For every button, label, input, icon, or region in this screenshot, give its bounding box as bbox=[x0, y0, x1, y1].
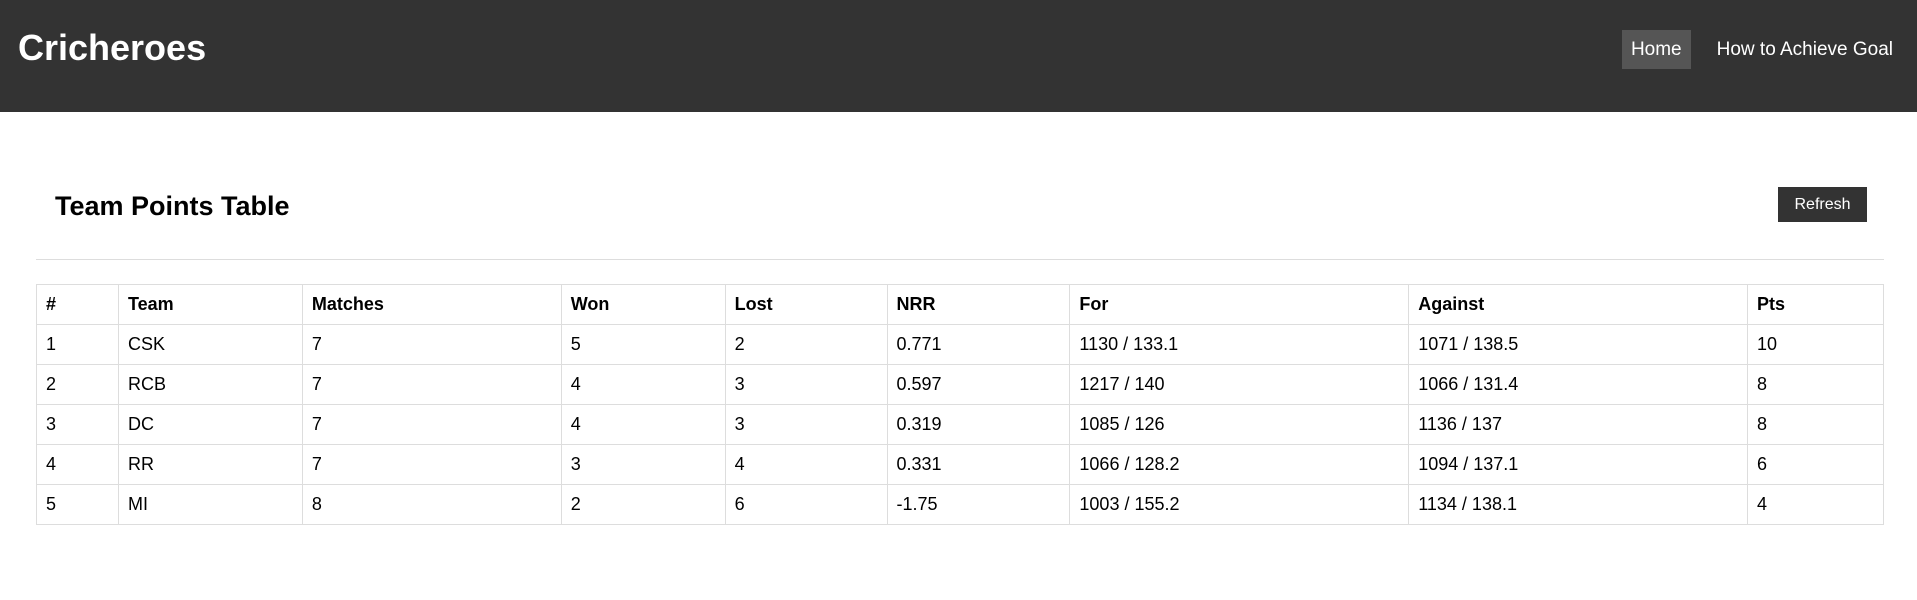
table-row: 1 CSK 7 5 2 0.771 1130 / 133.1 1071 / 13… bbox=[36, 324, 1884, 365]
table-row: 5 MI 8 2 6 -1.75 1003 / 155.2 1134 / 138… bbox=[36, 484, 1884, 525]
cell-against: 1136 / 137 bbox=[1408, 404, 1749, 445]
table-row: 2 RCB 7 4 3 0.597 1217 / 140 1066 / 131.… bbox=[36, 364, 1884, 405]
cell-matches: 7 bbox=[301, 364, 562, 405]
top-navbar: Cricheroes Home How to Achieve Goal bbox=[0, 0, 1917, 112]
cell-against: 1134 / 138.1 bbox=[1408, 484, 1749, 525]
cell-for: 1085 / 126 bbox=[1069, 404, 1410, 445]
points-table-header: Team Points Table Refresh bbox=[36, 180, 1884, 260]
column-header-nrr: NRR bbox=[886, 284, 1071, 325]
column-header-rank: # bbox=[36, 284, 119, 325]
cell-lost: 4 bbox=[724, 444, 888, 485]
cell-lost: 3 bbox=[724, 364, 888, 405]
cell-for: 1217 / 140 bbox=[1069, 364, 1410, 405]
cell-won: 4 bbox=[560, 364, 726, 405]
cell-pts: 10 bbox=[1747, 324, 1884, 365]
cell-team: DC bbox=[117, 404, 303, 445]
column-header-lost: Lost bbox=[724, 284, 888, 325]
cell-team: RR bbox=[117, 444, 303, 485]
column-header-pts: Pts bbox=[1747, 284, 1884, 325]
cell-nrr: 0.319 bbox=[886, 404, 1071, 445]
page-title: Team Points Table bbox=[55, 191, 290, 221]
column-header-for: For bbox=[1069, 284, 1410, 325]
cell-nrr: 0.771 bbox=[886, 324, 1071, 365]
cell-against: 1094 / 137.1 bbox=[1408, 444, 1749, 485]
cell-against: 1066 / 131.4 bbox=[1408, 364, 1749, 405]
cell-nrr: 0.331 bbox=[886, 444, 1071, 485]
cell-pts: 8 bbox=[1747, 404, 1884, 445]
points-table: # Team Matches Won Lost NRR For Against … bbox=[36, 284, 1884, 525]
cell-for: 1130 / 133.1 bbox=[1069, 324, 1410, 365]
cell-matches: 8 bbox=[301, 484, 562, 525]
cell-lost: 3 bbox=[724, 404, 888, 445]
cell-team: CSK bbox=[117, 324, 303, 365]
cell-pts: 8 bbox=[1747, 364, 1884, 405]
column-header-team: Team bbox=[117, 284, 303, 325]
cell-won: 4 bbox=[560, 404, 726, 445]
cell-lost: 6 bbox=[724, 484, 888, 525]
nav-how-to-achieve-goal-link[interactable]: How to Achieve Goal bbox=[1708, 30, 1917, 69]
table-header-row: # Team Matches Won Lost NRR For Against … bbox=[36, 284, 1884, 325]
cell-lost: 2 bbox=[724, 324, 888, 365]
cell-won: 5 bbox=[560, 324, 726, 365]
brand-title[interactable]: Cricheroes bbox=[18, 26, 206, 70]
cell-pts: 6 bbox=[1747, 444, 1884, 485]
cell-for: 1003 / 155.2 bbox=[1069, 484, 1410, 525]
cell-rank: 1 bbox=[36, 324, 119, 365]
table-row: 4 RR 7 3 4 0.331 1066 / 128.2 1094 / 137… bbox=[36, 444, 1884, 485]
column-header-against: Against bbox=[1408, 284, 1749, 325]
cell-rank: 4 bbox=[36, 444, 119, 485]
cell-won: 2 bbox=[560, 484, 726, 525]
cell-won: 3 bbox=[560, 444, 726, 485]
refresh-button[interactable]: Refresh bbox=[1778, 187, 1867, 222]
column-header-won: Won bbox=[560, 284, 726, 325]
nav-menu: Home How to Achieve Goal bbox=[1621, 30, 1917, 69]
cell-nrr: 0.597 bbox=[886, 364, 1071, 405]
cell-pts: 4 bbox=[1747, 484, 1884, 525]
cell-against: 1071 / 138.5 bbox=[1408, 324, 1749, 365]
nav-home-link[interactable]: Home bbox=[1621, 30, 1691, 69]
cell-for: 1066 / 128.2 bbox=[1069, 444, 1410, 485]
cell-rank: 5 bbox=[36, 484, 119, 525]
cell-team: RCB bbox=[117, 364, 303, 405]
cell-matches: 7 bbox=[301, 324, 562, 365]
cell-team: MI bbox=[117, 484, 303, 525]
cell-rank: 3 bbox=[36, 404, 119, 445]
cell-nrr: -1.75 bbox=[886, 484, 1071, 525]
table-row: 3 DC 7 4 3 0.319 1085 / 126 1136 / 137 8 bbox=[36, 404, 1884, 445]
cell-matches: 7 bbox=[301, 444, 562, 485]
cell-rank: 2 bbox=[36, 364, 119, 405]
column-header-matches: Matches bbox=[301, 284, 562, 325]
cell-matches: 7 bbox=[301, 404, 562, 445]
